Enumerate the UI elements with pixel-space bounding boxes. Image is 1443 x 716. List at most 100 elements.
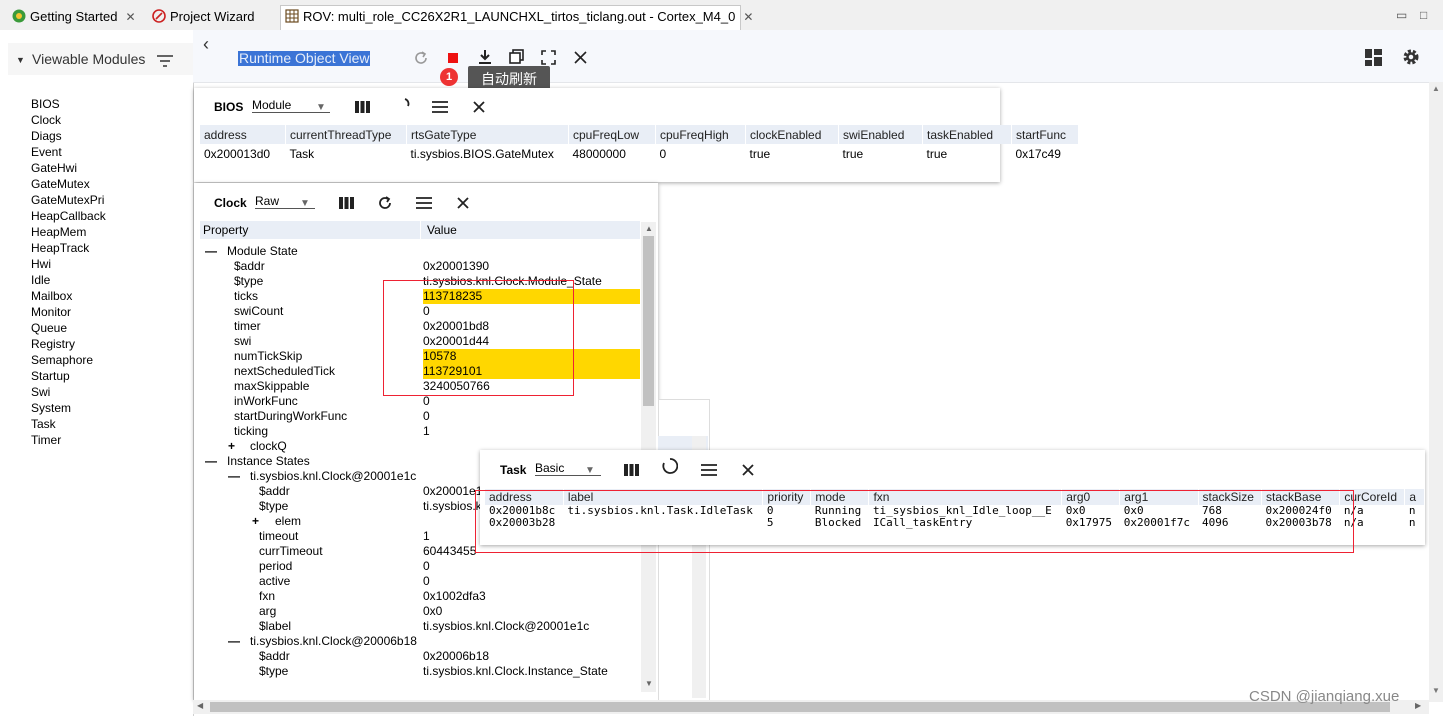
module-item-gatemutex[interactable]: GateMutex xyxy=(31,176,106,192)
tree-property: $type xyxy=(259,499,289,513)
download-icon[interactable] xyxy=(477,49,493,65)
tree-property: ti.sysbios.knl.Clock@20001e1c xyxy=(250,469,417,483)
close-icon[interactable]: ✕ xyxy=(125,10,135,24)
module-item-task[interactable]: Task xyxy=(31,416,106,432)
loading-icon[interactable] xyxy=(662,458,678,474)
column-header-cpufreqhigh[interactable]: cpuFreqHigh xyxy=(655,125,746,144)
module-item-heaptrack[interactable]: HeapTrack xyxy=(31,240,106,256)
close-icon[interactable] xyxy=(457,197,469,209)
main-vertical-scrollbar[interactable] xyxy=(1429,82,1443,702)
column-header-value[interactable]: Value xyxy=(427,223,457,237)
column-header-a[interactable]: a xyxy=(1404,489,1425,505)
module-item-gatehwi[interactable]: GateHwi xyxy=(31,160,106,176)
tree-row[interactable]: $type ti.sysbios.knl.Clock.Instance_State xyxy=(200,664,640,679)
scroll-up-icon[interactable]: ▲ xyxy=(1432,84,1440,93)
column-header-rtsgatetype[interactable]: rtsGateType xyxy=(406,125,569,144)
module-item-startup[interactable]: Startup xyxy=(31,368,106,384)
module-item-registry[interactable]: Registry xyxy=(31,336,106,352)
tree-row[interactable]: fxn 0x1002dfa3 xyxy=(200,589,640,604)
tree-property: $addr xyxy=(234,259,265,273)
module-item-event[interactable]: Event xyxy=(31,144,106,160)
column-header-address[interactable]: address xyxy=(200,125,286,144)
tree-row[interactable]: ticking 1 xyxy=(200,424,640,439)
gear-icon[interactable] xyxy=(1402,48,1420,66)
tree-row[interactable]: $addr 0x20006b18 xyxy=(200,649,640,664)
refresh-icon[interactable] xyxy=(413,50,429,66)
collapse-icon[interactable]: — xyxy=(205,454,217,469)
collapse-icon[interactable]: — xyxy=(205,244,217,259)
tree-row[interactable]: inWorkFunc 0 xyxy=(200,394,640,409)
module-item-idle[interactable]: Idle xyxy=(31,272,106,288)
scrollbar-thumb[interactable] xyxy=(643,236,654,406)
module-item-hwi[interactable]: Hwi xyxy=(31,256,106,272)
stop-icon[interactable] xyxy=(448,53,458,63)
scroll-left-icon[interactable]: ◀ xyxy=(197,701,203,710)
module-item-swi[interactable]: Swi xyxy=(31,384,106,400)
copy-icon[interactable] xyxy=(509,49,525,65)
scroll-right-icon[interactable]: ▶ xyxy=(1415,701,1421,710)
refresh-icon[interactable] xyxy=(377,195,393,211)
module-item-monitor[interactable]: Monitor xyxy=(31,304,106,320)
tree-row[interactable]: period 0 xyxy=(200,559,640,574)
module-item-heapmem[interactable]: HeapMem xyxy=(31,224,106,240)
expand-icon[interactable]: + xyxy=(228,439,235,454)
maximize-icon[interactable]: □ xyxy=(1420,8,1427,22)
scroll-up-icon[interactable]: ▲ xyxy=(645,224,653,233)
close-icon[interactable] xyxy=(473,101,485,113)
expand-icon[interactable]: + xyxy=(252,514,259,529)
columns-icon[interactable] xyxy=(624,464,639,476)
layout-icon[interactable] xyxy=(1365,49,1382,66)
module-item-mailbox[interactable]: Mailbox xyxy=(31,288,106,304)
columns-icon[interactable] xyxy=(355,101,370,113)
columns-icon[interactable] xyxy=(339,197,354,209)
filter-icon[interactable] xyxy=(157,55,173,67)
column-header-property[interactable]: Property xyxy=(203,223,248,237)
tree-row[interactable]: arg 0x0 xyxy=(200,604,640,619)
module-item-timer[interactable]: Timer xyxy=(31,432,106,448)
module-item-system[interactable]: System xyxy=(31,400,106,416)
module-item-clock[interactable]: Clock xyxy=(31,112,106,128)
menu-icon[interactable] xyxy=(416,197,432,209)
tab-project-wizard[interactable]: Project Wizard xyxy=(148,6,255,28)
column-header-swienabled[interactable]: swiEnabled xyxy=(838,125,923,144)
scroll-down-icon[interactable]: ▼ xyxy=(645,679,653,688)
menu-icon[interactable] xyxy=(701,464,717,476)
column-header-currentthreadtype[interactable]: currentThreadType xyxy=(285,125,407,144)
module-item-queue[interactable]: Queue xyxy=(31,320,106,336)
tree-row[interactable]: $addr 0x20001390 xyxy=(200,259,640,274)
module-item-diags[interactable]: Diags xyxy=(31,128,106,144)
scrollbar-thumb[interactable] xyxy=(210,702,1390,712)
close-icon[interactable]: ✕ xyxy=(743,10,753,24)
close-icon[interactable] xyxy=(574,51,587,64)
tree-row[interactable]: startDuringWorkFunc 0 xyxy=(200,409,640,424)
tab-getting-started[interactable]: Getting Started ✕ xyxy=(8,6,136,28)
column-header-taskenabled[interactable]: taskEnabled xyxy=(922,125,1012,144)
tree-row[interactable]: — ti.sysbios.knl.Clock@20006b18 xyxy=(200,634,640,649)
chevron-down-icon[interactable]: ▼ xyxy=(16,55,25,65)
tree-row[interactable]: active 0 xyxy=(200,574,640,589)
column-header-clockenabled[interactable]: clockEnabled xyxy=(745,125,839,144)
chevron-down-icon[interactable]: ▼ xyxy=(316,102,326,113)
table-row[interactable]: 0x200013d0 Task ti.sysbios.BIOS.GateMutex 4… xyxy=(200,144,1079,163)
minimize-icon[interactable]: ▭ xyxy=(1396,8,1407,22)
module-item-gatemutexpri[interactable]: GateMutexPri xyxy=(31,192,106,208)
collapse-icon[interactable]: — xyxy=(228,634,240,649)
chevron-down-icon[interactable]: ▼ xyxy=(585,465,595,476)
tab-rov[interactable]: ROV: multi_role_CC26X2R1_LAUNCHXL_tirtos… xyxy=(280,5,753,30)
module-item-heapcallback[interactable]: HeapCallback xyxy=(31,208,106,224)
column-header-startfunc[interactable]: startFunc xyxy=(1011,125,1079,144)
module-item-semaphore[interactable]: Semaphore xyxy=(31,352,106,368)
menu-icon[interactable] xyxy=(432,101,448,113)
back-icon[interactable]: ‹ xyxy=(203,34,209,55)
scroll-down-icon[interactable]: ▼ xyxy=(1432,686,1440,695)
chevron-down-icon[interactable]: ▼ xyxy=(300,198,310,209)
column-divider[interactable] xyxy=(420,221,421,239)
loading-icon[interactable] xyxy=(399,98,413,112)
module-item-bios[interactable]: BIOS xyxy=(31,96,106,112)
tree-row[interactable]: — Module State xyxy=(200,244,640,259)
tree-row[interactable]: $label ti.sysbios.knl.Clock@20001e1c xyxy=(200,619,640,634)
collapse-icon[interactable]: — xyxy=(228,469,240,484)
close-icon[interactable] xyxy=(742,464,754,476)
fullscreen-icon[interactable] xyxy=(541,50,556,65)
column-header-cpufreqlow[interactable]: cpuFreqLow xyxy=(568,125,656,144)
